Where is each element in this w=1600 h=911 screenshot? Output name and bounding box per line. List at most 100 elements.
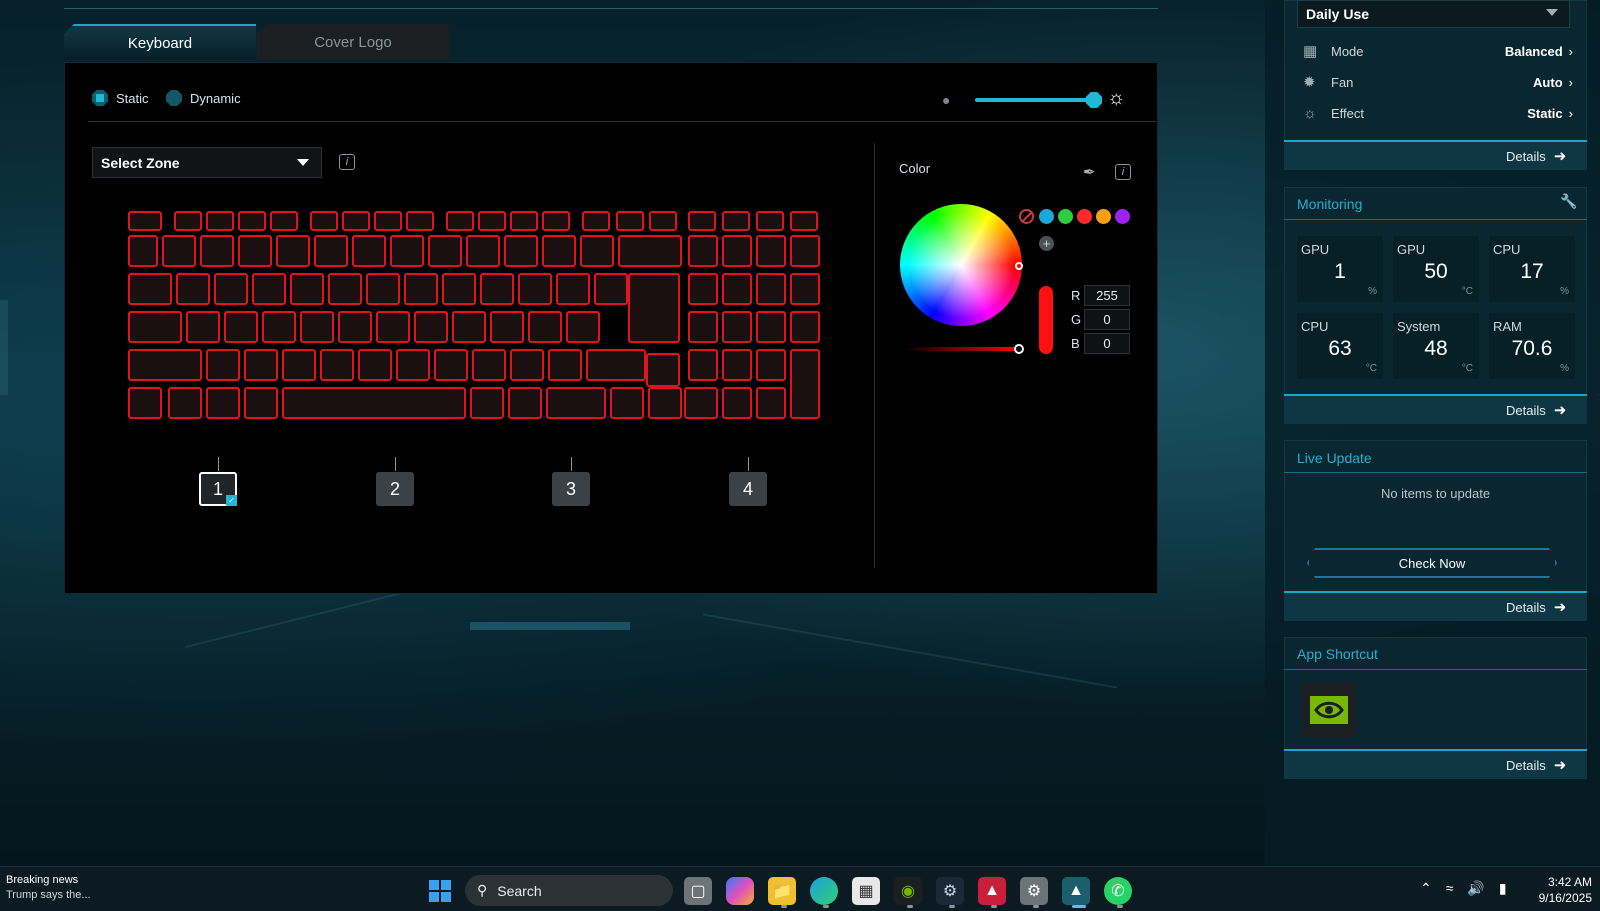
- key[interactable]: [756, 349, 786, 381]
- color-swatch[interactable]: [1039, 209, 1054, 224]
- key[interactable]: [790, 311, 820, 343]
- key[interactable]: [162, 235, 196, 267]
- key[interactable]: [542, 235, 576, 267]
- tab-cover-logo[interactable]: Cover Logo: [257, 24, 449, 60]
- nvidia-taskbar-icon[interactable]: ◉: [894, 877, 922, 905]
- key[interactable]: [238, 235, 272, 267]
- key[interactable]: [722, 349, 752, 381]
- key[interactable]: [128, 311, 182, 343]
- settings-gear-icon[interactable]: ⚙: [1020, 877, 1048, 905]
- key[interactable]: [244, 349, 278, 381]
- news-widget[interactable]: Breaking news Trump says the...: [6, 873, 91, 903]
- wrench-icon[interactable]: 🔧: [1560, 193, 1577, 210]
- key[interactable]: [434, 349, 468, 381]
- key[interactable]: [628, 273, 680, 343]
- profile-dropdown[interactable]: Daily Use: [1297, 0, 1570, 28]
- brightness-slider-track[interactable]: [975, 98, 1095, 102]
- monitoring-details-link[interactable]: Details ➜: [1506, 401, 1566, 419]
- key[interactable]: [282, 349, 316, 381]
- key[interactable]: [510, 211, 538, 231]
- key[interactable]: [206, 211, 234, 231]
- windows-start-icon[interactable]: [426, 877, 454, 905]
- task-view-icon[interactable]: ▢: [684, 877, 712, 905]
- key[interactable]: [790, 349, 820, 419]
- key[interactable]: [252, 273, 286, 305]
- key[interactable]: [128, 211, 162, 231]
- key[interactable]: [756, 235, 786, 267]
- key[interactable]: [206, 387, 240, 419]
- key[interactable]: [504, 235, 538, 267]
- key[interactable]: [466, 235, 500, 267]
- key[interactable]: [404, 273, 438, 305]
- key[interactable]: [688, 273, 718, 305]
- game-app-icon[interactable]: ▲: [978, 877, 1006, 905]
- select-zone-dropdown[interactable]: Select Zone: [92, 147, 322, 178]
- key[interactable]: [684, 387, 718, 419]
- color-wheel-marker[interactable]: [1015, 262, 1023, 270]
- taskbar-clock[interactable]: 3:42 AM 9/16/2025: [1530, 874, 1592, 906]
- color-swatch[interactable]: [1077, 209, 1092, 224]
- key[interactable]: [594, 273, 628, 305]
- key[interactable]: [174, 211, 202, 231]
- live-update-details-link[interactable]: Details ➜: [1506, 598, 1566, 616]
- chevron-up-icon[interactable]: ⌃: [1420, 880, 1432, 897]
- add-swatch-icon[interactable]: +: [1039, 236, 1054, 251]
- key[interactable]: [262, 311, 296, 343]
- key[interactable]: [176, 273, 210, 305]
- key[interactable]: [688, 311, 718, 343]
- key[interactable]: [586, 349, 646, 381]
- key[interactable]: [528, 311, 562, 343]
- key[interactable]: [518, 273, 552, 305]
- key[interactable]: [276, 235, 310, 267]
- app-shortcut-details-link[interactable]: Details ➜: [1506, 756, 1566, 774]
- volume-icon[interactable]: 🔊: [1467, 880, 1484, 897]
- key[interactable]: [790, 273, 820, 305]
- key[interactable]: [390, 235, 424, 267]
- key[interactable]: [756, 211, 784, 231]
- property-mode[interactable]: ▦ Mode Balanced ›: [1303, 40, 1573, 62]
- key[interactable]: [290, 273, 324, 305]
- check-now-button[interactable]: Check Now: [1307, 548, 1557, 578]
- key[interactable]: [446, 211, 474, 231]
- zone-info-icon[interactable]: i: [339, 154, 355, 170]
- key[interactable]: [128, 273, 172, 305]
- color-info-icon[interactable]: i: [1115, 164, 1131, 180]
- key[interactable]: [406, 211, 434, 231]
- key[interactable]: [542, 211, 570, 231]
- key[interactable]: [688, 349, 718, 381]
- file-explorer-icon[interactable]: 📁: [768, 877, 796, 905]
- key[interactable]: [320, 349, 354, 381]
- g-input[interactable]: 0: [1084, 309, 1130, 330]
- predator-sense-icon[interactable]: ▲: [1062, 877, 1090, 905]
- key[interactable]: [128, 235, 158, 267]
- key[interactable]: [480, 273, 514, 305]
- zone-1-button[interactable]: 1 ✓: [199, 472, 237, 506]
- key[interactable]: [648, 387, 682, 419]
- eyedropper-icon[interactable]: ✒: [1083, 163, 1096, 181]
- key[interactable]: [200, 235, 234, 267]
- key[interactable]: [722, 311, 752, 343]
- key[interactable]: [270, 211, 298, 231]
- zone-2-button[interactable]: 2: [376, 472, 414, 506]
- key[interactable]: [756, 387, 786, 419]
- key[interactable]: [722, 387, 752, 419]
- key[interactable]: [646, 353, 680, 387]
- radio-dynamic[interactable]: Dynamic: [166, 90, 241, 106]
- key[interactable]: [722, 211, 750, 231]
- key[interactable]: [214, 273, 248, 305]
- color-swatch[interactable]: [1096, 209, 1111, 224]
- key[interactable]: [224, 311, 258, 343]
- key[interactable]: [610, 387, 644, 419]
- key[interactable]: [414, 311, 448, 343]
- property-fan[interactable]: ✹ Fan Auto ›: [1303, 71, 1573, 93]
- key[interactable]: [282, 387, 466, 419]
- profile-details-link[interactable]: Details ➜: [1506, 147, 1566, 165]
- key[interactable]: [128, 349, 202, 381]
- key[interactable]: [580, 235, 614, 267]
- key[interactable]: [688, 235, 718, 267]
- key[interactable]: [472, 349, 506, 381]
- key[interactable]: [756, 311, 786, 343]
- zone-3-button[interactable]: 3: [552, 472, 590, 506]
- color-swatch[interactable]: [1115, 209, 1130, 224]
- key[interactable]: [168, 387, 202, 419]
